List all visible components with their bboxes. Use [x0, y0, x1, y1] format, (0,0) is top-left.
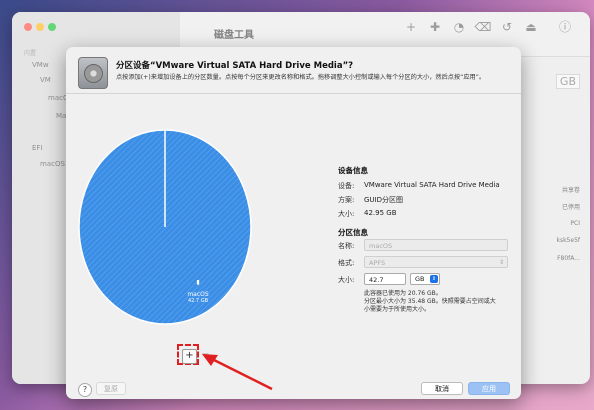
partition-info-heading: 分区信息 [338, 228, 368, 237]
add-partition-button[interactable]: + [182, 349, 197, 364]
platter-shape [84, 64, 103, 83]
remove-partition-button[interactable]: − [199, 349, 212, 362]
dialog-title: 分区设备“VMware Virtual SATA Hard Drive Medi… [116, 61, 354, 71]
unit-popup[interactable]: GB ⇕ [410, 273, 440, 285]
name-label: 名称: [338, 242, 355, 250]
size-note-line: 分区最小大小为 35.48 GB。快照需要占空间或大 [364, 298, 496, 305]
revert-button[interactable]: 复原 [96, 382, 126, 395]
help-button[interactable]: ? [78, 383, 92, 397]
partition-pie[interactable] [78, 129, 258, 329]
partition-name-field[interactable]: macOS [364, 239, 508, 251]
unit-value: GB [415, 275, 425, 283]
format-value: APFS [369, 259, 386, 267]
size-note-line: 此容器已使用为 20.76 GB。 [364, 290, 442, 297]
partition-size-input[interactable]: 42.7 [364, 273, 406, 285]
partition-dialog: 分区设备“VMware Virtual SATA Hard Drive Medi… [66, 47, 521, 399]
format-select[interactable]: APFS ⇕ [364, 256, 508, 268]
pie-volume-icon: ▮ [196, 279, 200, 286]
scheme-value: GUID分区图 [364, 196, 404, 204]
device-value: VMware Virtual SATA Hard Drive Media [364, 181, 500, 189]
size-note-line: 小需要为于所使用大小。 [364, 306, 431, 313]
size-label: 大小: [338, 210, 355, 218]
format-label: 格式: [338, 259, 355, 267]
dialog-description: 点按添加(+)来增加设备上的分区数量。点按每个分区来更改名称和格式。拖移调整大小… [116, 74, 486, 81]
pie-partition-name: macOS [187, 291, 209, 298]
device-info-heading: 设备信息 [338, 166, 368, 175]
hard-drive-icon [78, 57, 108, 89]
divider [66, 93, 521, 94]
chevron-updown-icon: ⇕ [498, 259, 504, 266]
scheme-label: 方案: [338, 196, 355, 204]
size-value: 42.95 GB [364, 209, 397, 217]
apply-button[interactable]: 应用 [468, 382, 510, 395]
partition-size-label: 大小: [338, 276, 355, 284]
chevron-updown-icon: ⇕ [430, 275, 438, 283]
pie-partition-size: 42.7 GB [187, 298, 209, 304]
cancel-button[interactable]: 取消 [421, 382, 463, 395]
device-label: 设备: [338, 182, 355, 190]
